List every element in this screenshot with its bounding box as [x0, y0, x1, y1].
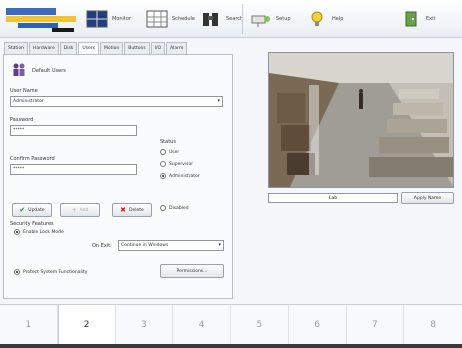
panel-title: Default Users: [32, 68, 66, 74]
camera-3-button[interactable]: 3: [116, 305, 174, 345]
monitor-grid-icon: [86, 10, 108, 28]
toolbar-label: Help: [332, 16, 344, 22]
toolbar-help-button[interactable]: Help: [306, 4, 343, 34]
user-name-select[interactable]: Administrator ▾: [10, 96, 223, 107]
camera-video-preview: [268, 52, 454, 188]
toolbar-label: Schedule: [172, 16, 195, 22]
tab-alarm[interactable]: Alarm: [166, 42, 188, 54]
toolbar-monitor-button[interactable]: Monitor: [86, 4, 131, 34]
permissions-button[interactable]: Permissions...: [160, 264, 224, 278]
radio-icon: [160, 205, 166, 211]
password-label: Password: [10, 117, 34, 123]
status-option-label: User: [169, 149, 180, 155]
toolbar-label: Exit: [426, 16, 436, 22]
security-features-label: Security Features: [10, 221, 54, 227]
user-name-value: Administrator: [13, 99, 44, 104]
schedule-grid-icon: [146, 10, 168, 28]
search-binoculars-icon: [200, 10, 222, 28]
status-user-radio[interactable]: User: [160, 149, 179, 155]
toolbar-search-button[interactable]: Search: [200, 4, 243, 34]
camera-8-button[interactable]: 8: [404, 305, 462, 345]
help-lightbulb-icon: [306, 10, 328, 28]
toolbar-divider: [242, 4, 243, 34]
radio-selected-icon: [14, 269, 20, 275]
camera-5-button[interactable]: 5: [231, 305, 289, 345]
confirm-password-label: Confirm Password: [10, 156, 55, 162]
toolbar-setup-button[interactable]: Setup: [250, 4, 291, 34]
warehouse-camera-image: [269, 53, 453, 187]
disabled-label: Disabled: [169, 205, 189, 211]
setup-tabs: Station Hardware Disk Users Motion Butto…: [4, 42, 226, 55]
app-logo: [6, 6, 80, 34]
delete-button[interactable]: ✖ Delete: [112, 203, 152, 217]
tab-disk[interactable]: Disk: [59, 42, 78, 54]
radio-icon: [160, 161, 166, 167]
update-label: Update: [28, 207, 45, 213]
toolbar: Monitor Schedule Search Setup Help Exit: [0, 0, 462, 38]
camera-4-button[interactable]: 4: [173, 305, 231, 345]
toolbar-label: Monitor: [112, 16, 132, 22]
check-icon: ✔: [19, 206, 26, 214]
protect-functionality-checkbox[interactable]: Protect System Functionality: [14, 269, 87, 275]
add-label: Add: [79, 207, 89, 213]
toolbar-label: Setup: [276, 16, 291, 22]
status-option-label: Supervisor: [169, 161, 194, 167]
confirm-password-field[interactable]: *****: [10, 164, 137, 175]
camera-1-button[interactable]: 1: [0, 305, 58, 345]
enable-lock-mode-checkbox[interactable]: Enable Lock Mode: [14, 229, 64, 235]
exit-door-icon: [400, 10, 422, 28]
disabled-checkbox[interactable]: Disabled: [160, 205, 189, 211]
tab-io[interactable]: I/O: [150, 42, 166, 54]
camera-selector-strip: 1 2 3 4 5 6 7 8: [0, 304, 462, 345]
on-exit-label: On Exit:: [92, 243, 112, 249]
add-button[interactable]: + Add: [60, 203, 100, 217]
camera-name-field[interactable]: Lab: [268, 193, 398, 203]
chevron-down-icon: ▾: [218, 242, 221, 248]
add-icon: +: [71, 206, 77, 214]
apply-name-button[interactable]: Apply Name: [401, 192, 454, 204]
update-button[interactable]: ✔ Update: [12, 203, 52, 217]
delete-label: Delete: [129, 207, 144, 213]
status-administrator-radio[interactable]: Administrator: [160, 173, 200, 179]
indigo-vision-logo: [6, 8, 76, 32]
users-icon: [12, 62, 26, 76]
chevron-down-icon: ▾: [217, 98, 220, 104]
status-option-label: Administrator: [169, 173, 200, 179]
status-label: Status: [160, 139, 176, 145]
toolbar-exit-button[interactable]: Exit: [400, 4, 435, 34]
toolbar-label: Search: [226, 16, 244, 22]
enable-lock-label: Enable Lock Mode: [23, 229, 64, 235]
tab-hardware[interactable]: Hardware: [29, 42, 59, 54]
radio-selected-icon: [160, 173, 166, 179]
radio-selected-icon: [14, 229, 20, 235]
protect-label: Protect System Functionality: [23, 269, 88, 275]
tab-station[interactable]: Station: [4, 42, 28, 54]
camera-6-button[interactable]: 6: [289, 305, 347, 345]
tab-buttons[interactable]: Buttons: [124, 42, 150, 54]
on-exit-value: Continue in Windows: [121, 243, 169, 248]
delete-x-icon: ✖: [120, 206, 127, 214]
tab-motion[interactable]: Motion: [100, 42, 124, 54]
users-panel: Default Users User Name Administrator ▾ …: [3, 54, 233, 299]
user-name-label: User Name: [10, 88, 38, 94]
bottom-status-strip: [0, 344, 462, 348]
password-field[interactable]: *****: [10, 125, 137, 136]
on-exit-select[interactable]: Continue in Windows ▾: [118, 240, 224, 251]
toolbar-schedule-button[interactable]: Schedule: [146, 4, 195, 34]
camera-7-button[interactable]: 7: [347, 305, 405, 345]
camera-2-button[interactable]: 2: [57, 305, 116, 345]
status-supervisor-radio[interactable]: Supervisor: [160, 161, 193, 167]
setup-camera-icon: [250, 10, 272, 28]
radio-icon: [160, 149, 166, 155]
